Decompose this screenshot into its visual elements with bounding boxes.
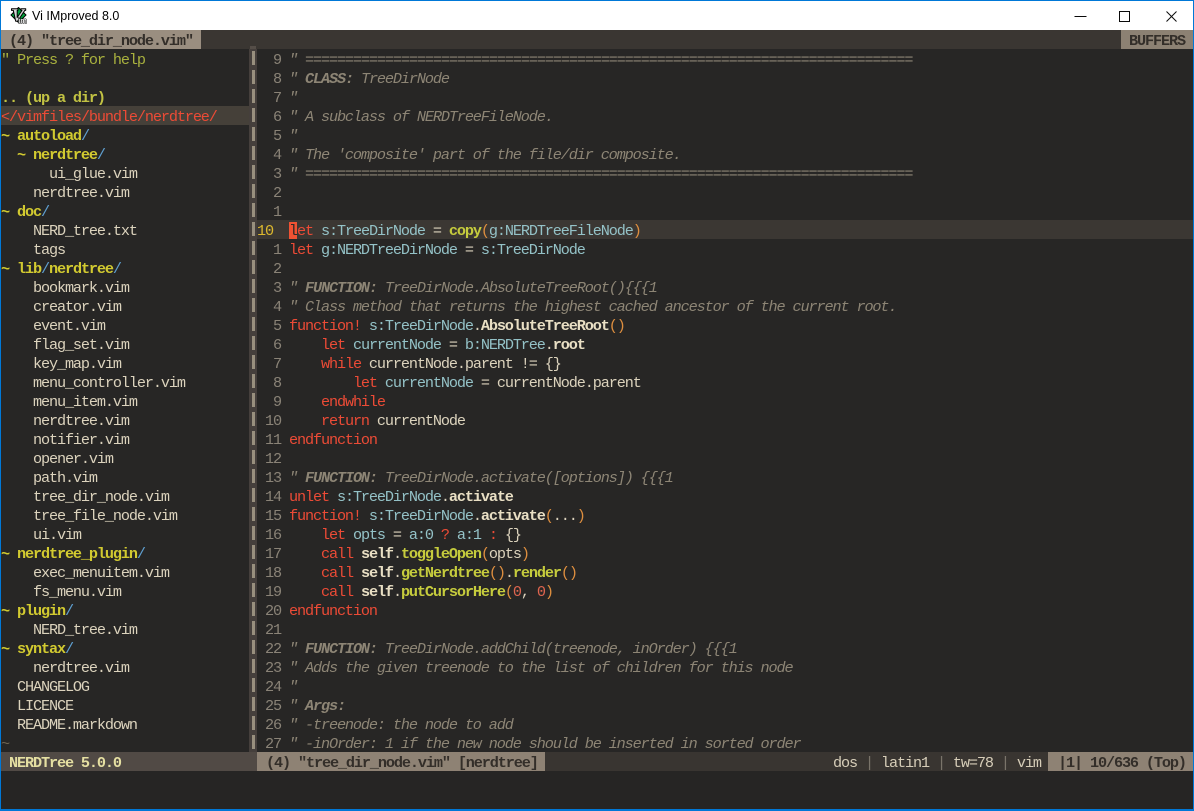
svg-text:im: im: [18, 16, 27, 24]
